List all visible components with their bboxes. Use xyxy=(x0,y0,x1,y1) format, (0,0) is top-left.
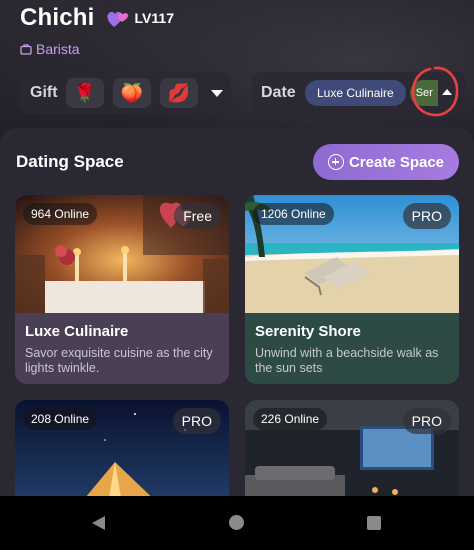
back-icon[interactable] xyxy=(92,516,105,530)
create-space-button[interactable]: Create Space xyxy=(313,144,459,180)
date-chip-next[interactable]: Ser xyxy=(409,80,438,106)
date-chip-selected[interactable]: Luxe Culinaire xyxy=(305,80,406,106)
chevron-up-icon[interactable] xyxy=(442,89,452,95)
card-title: Serenity Shore xyxy=(255,323,361,340)
gift-lips-button[interactable]: 💋 xyxy=(160,78,198,108)
online-count: 964 Online xyxy=(23,203,98,225)
role-tag: Barista xyxy=(20,41,80,57)
level-badge: LV117 xyxy=(134,10,174,26)
gift-peach-button[interactable]: 🍑 xyxy=(113,78,151,108)
hearts-badge-icon xyxy=(106,11,128,27)
tier-badge: PRO xyxy=(172,408,221,434)
gift-bar: Gift 🌹 🍑 💋 xyxy=(20,72,231,114)
role-label: Barista xyxy=(36,41,80,57)
space-card-luxe-culinaire[interactable]: 964 Online Free Luxe Culinaire Savor exq… xyxy=(15,195,229,384)
plus-circle-icon xyxy=(327,154,344,170)
date-label: Date xyxy=(261,84,296,101)
space-card-camping[interactable]: 208 Online PRO xyxy=(15,400,229,510)
card-info: Serenity Shore Unwind with a beachside w… xyxy=(245,313,459,384)
briefcase-icon xyxy=(20,44,32,55)
chevron-down-icon[interactable] xyxy=(211,89,223,97)
card-description: Unwind with a beachside walk as the sun … xyxy=(255,346,439,375)
profile-header: Chichi LV117 xyxy=(20,2,174,34)
gift-label: Gift xyxy=(30,84,58,101)
rose-icon: 🌹 xyxy=(73,82,97,103)
space-card-living-room[interactable]: 226 Online PRO xyxy=(245,400,459,510)
recent-apps-icon[interactable] xyxy=(367,516,381,530)
tier-badge: PRO xyxy=(402,408,451,434)
system-navigation-bar xyxy=(0,496,474,550)
create-space-label: Create Space xyxy=(348,153,445,171)
home-icon[interactable] xyxy=(229,515,244,530)
lips-icon: 💋 xyxy=(167,82,191,103)
space-card-serenity-shore[interactable]: 1206 Online PRO Serenity Shore Unwind wi… xyxy=(245,195,459,384)
section-title: Dating Space xyxy=(16,152,124,171)
online-count: 208 Online xyxy=(23,408,98,430)
card-info: Luxe Culinaire Savor exquisite cuisine a… xyxy=(15,313,229,384)
peach-icon: 🍑 xyxy=(120,82,144,103)
card-title: Luxe Culinaire xyxy=(25,323,129,340)
online-count: 226 Online xyxy=(253,408,328,430)
gift-rose-button[interactable]: 🌹 xyxy=(66,78,104,108)
profile-name: Chichi xyxy=(20,4,95,31)
card-description: Savor exquisite cuisine as the city ligh… xyxy=(25,346,213,375)
online-count: 1206 Online xyxy=(253,203,334,225)
date-bar: Date Luxe Culinaire Ser xyxy=(252,72,466,114)
tier-badge: Free xyxy=(174,203,221,229)
tier-badge: PRO xyxy=(402,203,451,229)
